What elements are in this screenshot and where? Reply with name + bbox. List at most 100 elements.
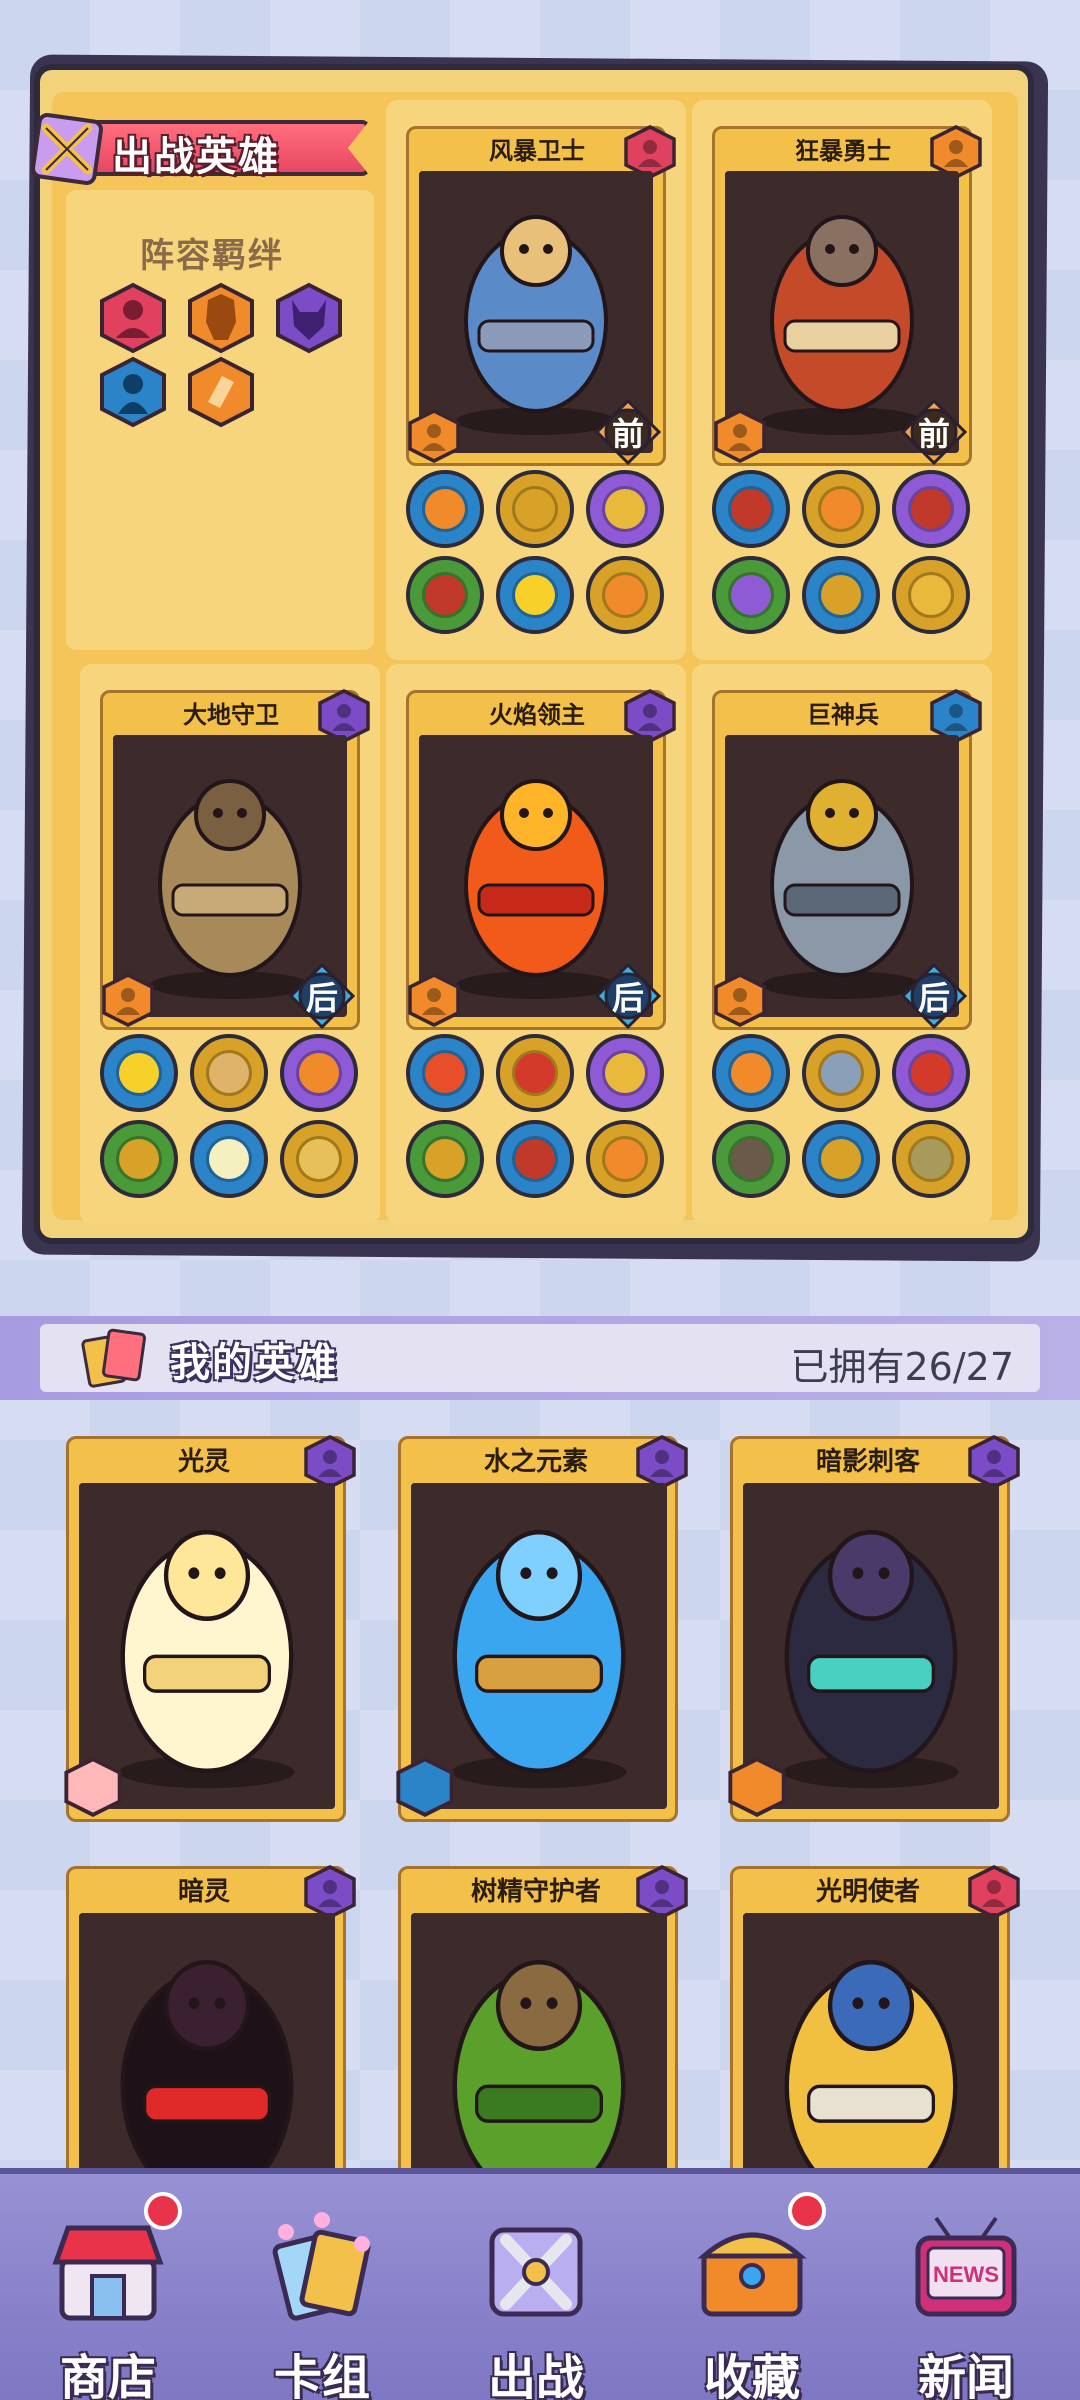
collection-hero-card[interactable]: 水之元素 [396, 1435, 688, 1822]
position-badge: 后 [901, 963, 967, 1029]
collection-hero-card[interactable]: 暗影刺客 [728, 1435, 1020, 1822]
hero-name: 巨神兵 [807, 701, 879, 729]
equipment-slot[interactable] [100, 1034, 178, 1112]
hero-name: 狂暴勇士 [795, 137, 891, 165]
chest-icon [692, 2210, 812, 2330]
nav-label: 卡组 [273, 2350, 370, 2400]
notification-badge [788, 2192, 826, 2230]
equipment-slot[interactable] [496, 470, 574, 548]
nav-label: 新闻 [917, 2350, 1014, 2400]
bond-title: 阵容羁绊 [140, 236, 284, 276]
position-badge: 前 [901, 399, 967, 465]
news-tv-icon: NEWS [906, 2210, 1026, 2330]
hero-name: 暗灵 [177, 1877, 230, 1907]
shop-icon [48, 2210, 168, 2330]
equipment-slot[interactable] [712, 556, 790, 634]
equipment-slot[interactable] [190, 1120, 268, 1198]
crossed-swords-icon [728, 1757, 786, 1817]
nav-label: 商店 [59, 2350, 156, 2400]
equipment-slot[interactable] [892, 556, 970, 634]
equipment-slot[interactable] [712, 1034, 790, 1112]
crossed-swords-icon [31, 113, 103, 185]
berserker-bond-icon[interactable] [186, 282, 256, 354]
position-badge: 后 [289, 963, 355, 1029]
healer-icon [64, 1757, 122, 1817]
equipment-slot[interactable] [280, 1034, 358, 1112]
nav-deck[interactable]: 卡组 [222, 2170, 422, 2400]
hero-name: 树精守护者 [470, 1877, 601, 1907]
battle-icon [476, 2210, 596, 2330]
faction-icon [968, 1865, 1020, 1919]
lineup-slot[interactable]: 火焰领主 后 [386, 664, 686, 1224]
equipment-slot[interactable] [280, 1120, 358, 1198]
equipment-slot[interactable] [892, 1034, 970, 1112]
nav-label: 出战 [487, 2350, 584, 2400]
equipment-slot[interactable] [586, 1120, 664, 1198]
nav-chest[interactable]: 收藏 [652, 2170, 852, 2400]
equipment-slot[interactable] [406, 556, 484, 634]
notification-badge [144, 2192, 182, 2230]
class-icon [102, 973, 154, 1027]
hero-name: 火焰领主 [489, 701, 585, 729]
position-badge: 前 [595, 399, 661, 465]
equipment-slot[interactable] [586, 470, 664, 548]
faction-icon [304, 1435, 356, 1489]
lineup-slot[interactable]: 大地守卫 后 [80, 664, 380, 1224]
hero-name: 大地守卫 [183, 701, 279, 729]
equipment-slot[interactable] [586, 556, 664, 634]
hero-name: 水之元素 [483, 1447, 588, 1477]
mage-bond-icon[interactable] [98, 356, 168, 428]
my-heroes-title: 我的英雄 [170, 1340, 338, 1386]
deck-icon [262, 2210, 382, 2330]
faction-icon [968, 1435, 1020, 1489]
nav-shop[interactable]: 商店 [8, 2170, 208, 2400]
equipment-slot[interactable] [496, 556, 574, 634]
equipment-slot[interactable] [802, 1034, 880, 1112]
hero-name: 光明使者 [815, 1877, 920, 1907]
warrior-bond-icon[interactable] [98, 282, 168, 354]
equipment-slot[interactable] [100, 1120, 178, 1198]
equipment-slot[interactable] [892, 470, 970, 548]
hero-name: 风暴卫士 [489, 137, 585, 165]
equipment-slot[interactable] [802, 470, 880, 548]
class-icon [714, 409, 766, 463]
shard-bond-icon[interactable] [186, 356, 256, 428]
hero-name: 暗影刺客 [815, 1447, 920, 1477]
equipment-slot[interactable] [802, 1120, 880, 1198]
lineup-slot[interactable]: 狂暴勇士 前 [692, 100, 992, 660]
cards-icon [81, 1328, 147, 1388]
equipment-slot[interactable] [892, 1120, 970, 1198]
equipment-slot[interactable] [406, 1034, 484, 1112]
owned-count: 已拥有26/27 [790, 1345, 1014, 1389]
hero-card[interactable]: 巨神兵 后 [712, 689, 982, 1030]
hero-card[interactable]: 风暴卫士 前 [406, 125, 676, 466]
lineup-title: 出战英雄 [112, 134, 280, 180]
nav-battle[interactable]: 出战 [436, 2170, 636, 2400]
demon-bond-icon[interactable] [274, 282, 344, 354]
shield-icon [396, 1757, 454, 1817]
faction-icon [636, 1865, 688, 1919]
equipment-slot[interactable] [586, 1034, 664, 1112]
equipment-slot[interactable] [496, 1120, 574, 1198]
equipment-slot[interactable] [406, 1120, 484, 1198]
lineup-slot[interactable]: 巨神兵 后 [692, 664, 992, 1224]
nav-news-tv[interactable]: NEWS 新闻 [866, 2170, 1066, 2400]
equipment-slot[interactable] [802, 556, 880, 634]
hero-name: 光灵 [177, 1447, 230, 1477]
news-icon-text: NEWS [933, 2262, 999, 2287]
equipment-slot[interactable] [496, 1034, 574, 1112]
faction-icon [304, 1865, 356, 1919]
hero-card[interactable]: 狂暴勇士 前 [712, 125, 982, 466]
nav-label: 收藏 [703, 2350, 800, 2400]
equipment-slot[interactable] [712, 470, 790, 548]
collection-hero-card[interactable]: 光灵 [64, 1435, 356, 1822]
equipment-slot[interactable] [190, 1034, 268, 1112]
hero-card[interactable]: 火焰领主 后 [406, 689, 676, 1030]
equipment-slot[interactable] [406, 470, 484, 548]
hero-card[interactable]: 大地守卫 后 [100, 689, 370, 1030]
lineup-title-ribbon: 出战英雄 [12, 110, 372, 185]
equipment-slot[interactable] [712, 1120, 790, 1198]
position-badge: 后 [595, 963, 661, 1029]
class-icon [714, 973, 766, 1027]
lineup-slot[interactable]: 风暴卫士 前 [386, 100, 686, 660]
